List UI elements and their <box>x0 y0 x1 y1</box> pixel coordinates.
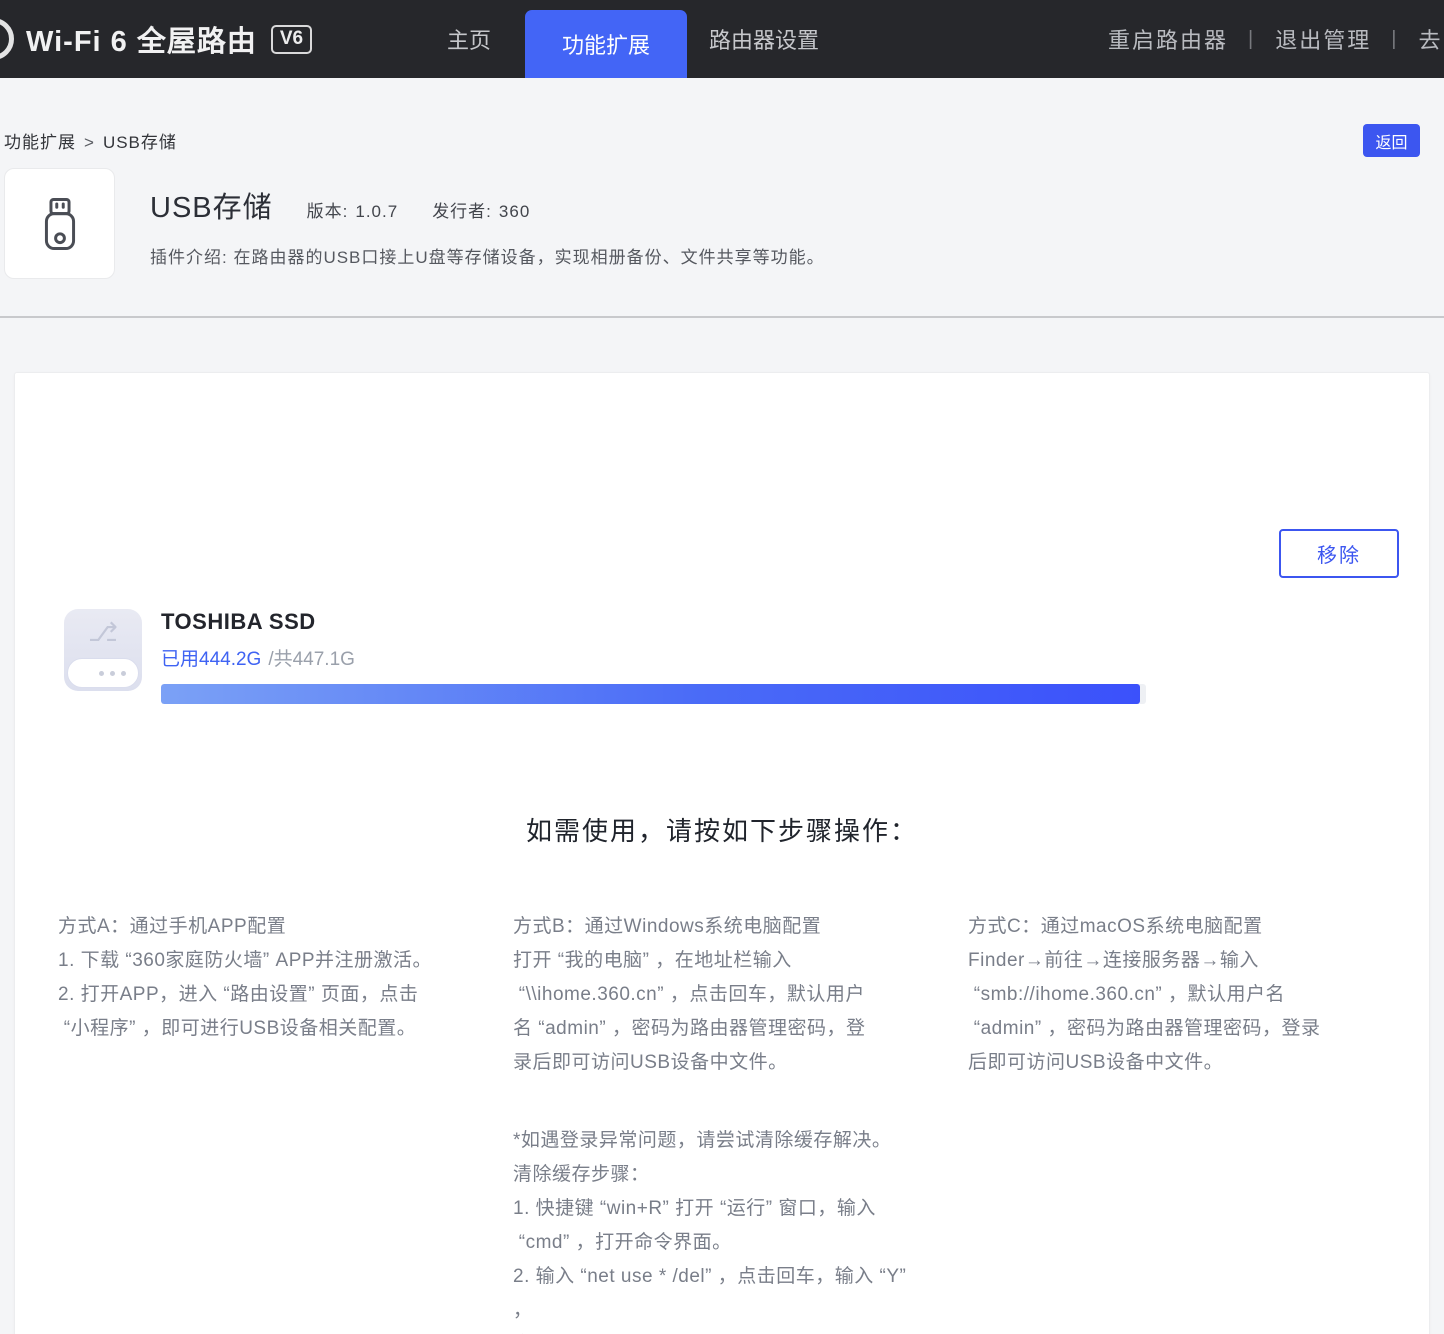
brand-version-badge: V6 <box>271 25 312 54</box>
breadcrumb-current: USB存储 <box>103 133 177 152</box>
method-a-line: 1. 下载 “360家庭防火墙” APP并注册激活。 <box>58 944 470 978</box>
method-b-note-line: 1. 快捷键 “win+R” 打开 “运行” 窗口，输入 <box>513 1192 925 1226</box>
steps-columns: 方式A：通过手机APP配置 1. 下载 “360家庭防火墙” APP并注册激活。… <box>15 910 1429 1334</box>
method-b-line: “\\ihome.360.cn” ，点击回车，默认用户 <box>513 978 925 1012</box>
method-a-column: 方式A：通过手机APP配置 1. 下载 “360家庭防火墙” APP并注册激活。… <box>58 910 470 1334</box>
method-b-column: 方式B：通过Windows系统电脑配置 打开 “我的电脑” ，在地址栏输入 “\… <box>513 910 925 1334</box>
total-capacity: /共447.1G <box>268 649 355 670</box>
plugin-title: USB存储 <box>150 184 273 226</box>
usb-symbol-icon: ⎇ <box>64 619 142 645</box>
method-c-line: Finder→前往→连接服务器→输入 <box>968 944 1380 978</box>
method-a-line: “小程序” ，即可进行USB设备相关配置。 <box>58 1012 470 1046</box>
remove-button[interactable]: 移除 <box>1279 529 1399 578</box>
method-c-column: 方式C：通过macOS系统电脑配置 Finder→前往→连接服务器→输入 “sm… <box>968 910 1380 1334</box>
method-a-line: 2. 打开APP，进入 “路由设置” 页面，点击 <box>58 978 470 1012</box>
method-c-title: 方式C：通过macOS系统电脑配置 <box>968 910 1380 944</box>
method-a-title: 方式A：通过手机APP配置 <box>58 910 470 944</box>
method-b-note-line: 清除缓存步骤： <box>513 1158 925 1192</box>
brand-logo-text: Wi-Fi 6 全屋路由 <box>26 18 257 60</box>
method-b-title: 方式B：通过Windows系统电脑配置 <box>513 910 925 944</box>
used-capacity: 已用444.2G <box>161 649 261 670</box>
breadcrumb-row: 功能扩展 > USB存储 返回 <box>0 124 1444 157</box>
back-button[interactable]: 返回 <box>1363 124 1420 157</box>
plugin-version: 版本:1.0.7 <box>307 197 399 222</box>
method-b-note-line: *如遇登录异常问题，请尝试清除缓存解决。 <box>513 1124 925 1158</box>
usb-storage-device-icon: ⎇ <box>64 609 142 691</box>
plugin-header: USB存储 版本:1.0.7 发行者:360 插件介绍: 在路由器的USB口接上… <box>0 168 1444 279</box>
breadcrumb-separator: > <box>84 133 95 152</box>
device-usage: 已用444.2G/共447.1G <box>161 644 1146 671</box>
breadcrumb-parent[interactable]: 功能扩展 <box>4 133 76 152</box>
plugin-description: 插件介绍: 在路由器的USB口接上U盘等存储设备，实现相册备份、文件共享等功能。 <box>150 243 825 268</box>
storage-progress-bar <box>161 684 1146 704</box>
nav-tab-extensions[interactable]: 功能扩展 <box>525 10 687 78</box>
usb-flash-drive-icon <box>29 193 91 255</box>
method-b-line: 名 “admin” ，密码为路由器管理密码，登 <box>513 1012 925 1046</box>
official-site-link[interactable]: 去官网 <box>1406 23 1444 55</box>
method-b-note-line: 完成。 <box>513 1328 925 1334</box>
storage-progress-fill <box>161 684 1140 704</box>
plugin-icon-box <box>4 168 115 279</box>
brand-logo: Wi-Fi 6 全屋路由 V6 <box>0 0 312 78</box>
method-b-line: 录后即可访问USB设备中文件。 <box>513 1046 925 1080</box>
breadcrumb: 功能扩展 > USB存储 <box>4 128 177 153</box>
device-name: TOSHIBA SSD <box>161 609 1146 635</box>
nav-tab-router-settings[interactable]: 路由器设置 <box>687 23 841 55</box>
primary-nav: 主页 功能扩展 路由器设置 <box>413 0 841 78</box>
storage-device-row: ⎇ TOSHIBA SSD 已用444.2G/共447.1G <box>15 373 1429 704</box>
method-c-line: 后即可访问USB设备中文件。 <box>968 1046 1380 1080</box>
nav-separator: | <box>1240 28 1263 51</box>
method-c-line: “admin” ，密码为路由器管理密码，登录 <box>968 1012 1380 1046</box>
method-b-line: 打开 “我的电脑” ，在地址栏输入 <box>513 944 925 978</box>
plugin-info: USB存储 版本:1.0.7 发行者:360 插件介绍: 在路由器的USB口接上… <box>150 168 825 279</box>
brand-logo-mark-icon <box>0 18 14 60</box>
steps-heading: 如需使用，请按如下步骤操作： <box>15 811 1429 848</box>
method-b-note-line: “cmd” ，打开命令界面。 <box>513 1226 925 1260</box>
top-navbar: Wi-Fi 6 全屋路由 V6 主页 功能扩展 路由器设置 重启路由器 | 退出… <box>0 0 1444 78</box>
reboot-router-link[interactable]: 重启路由器 <box>1096 23 1240 55</box>
section-divider <box>0 316 1444 318</box>
method-b-note-line: 2. 输入 “net use * /del” ，点击回车，输入 “Y” ， <box>513 1260 925 1328</box>
device-info: TOSHIBA SSD 已用444.2G/共447.1G <box>161 609 1146 704</box>
nav-actions: 重启路由器 | 退出管理 | 去官网 <box>1096 0 1444 78</box>
method-c-line: “smb://ihome.360.cn” ，默认用户名 <box>968 978 1380 1012</box>
nav-separator: | <box>1383 28 1406 51</box>
nav-tab-home[interactable]: 主页 <box>413 23 525 55</box>
plugin-publisher: 发行者:360 <box>432 197 530 222</box>
plugin-detail-card: 移除 ⎇ TOSHIBA SSD 已用444.2G/共447.1G 如需使用，请… <box>14 372 1430 1334</box>
router-admin-page: Wi-Fi 6 全屋路由 V6 主页 功能扩展 路由器设置 重启路由器 | 退出… <box>0 0 1444 1334</box>
logout-admin-link[interactable]: 退出管理 <box>1263 23 1383 55</box>
